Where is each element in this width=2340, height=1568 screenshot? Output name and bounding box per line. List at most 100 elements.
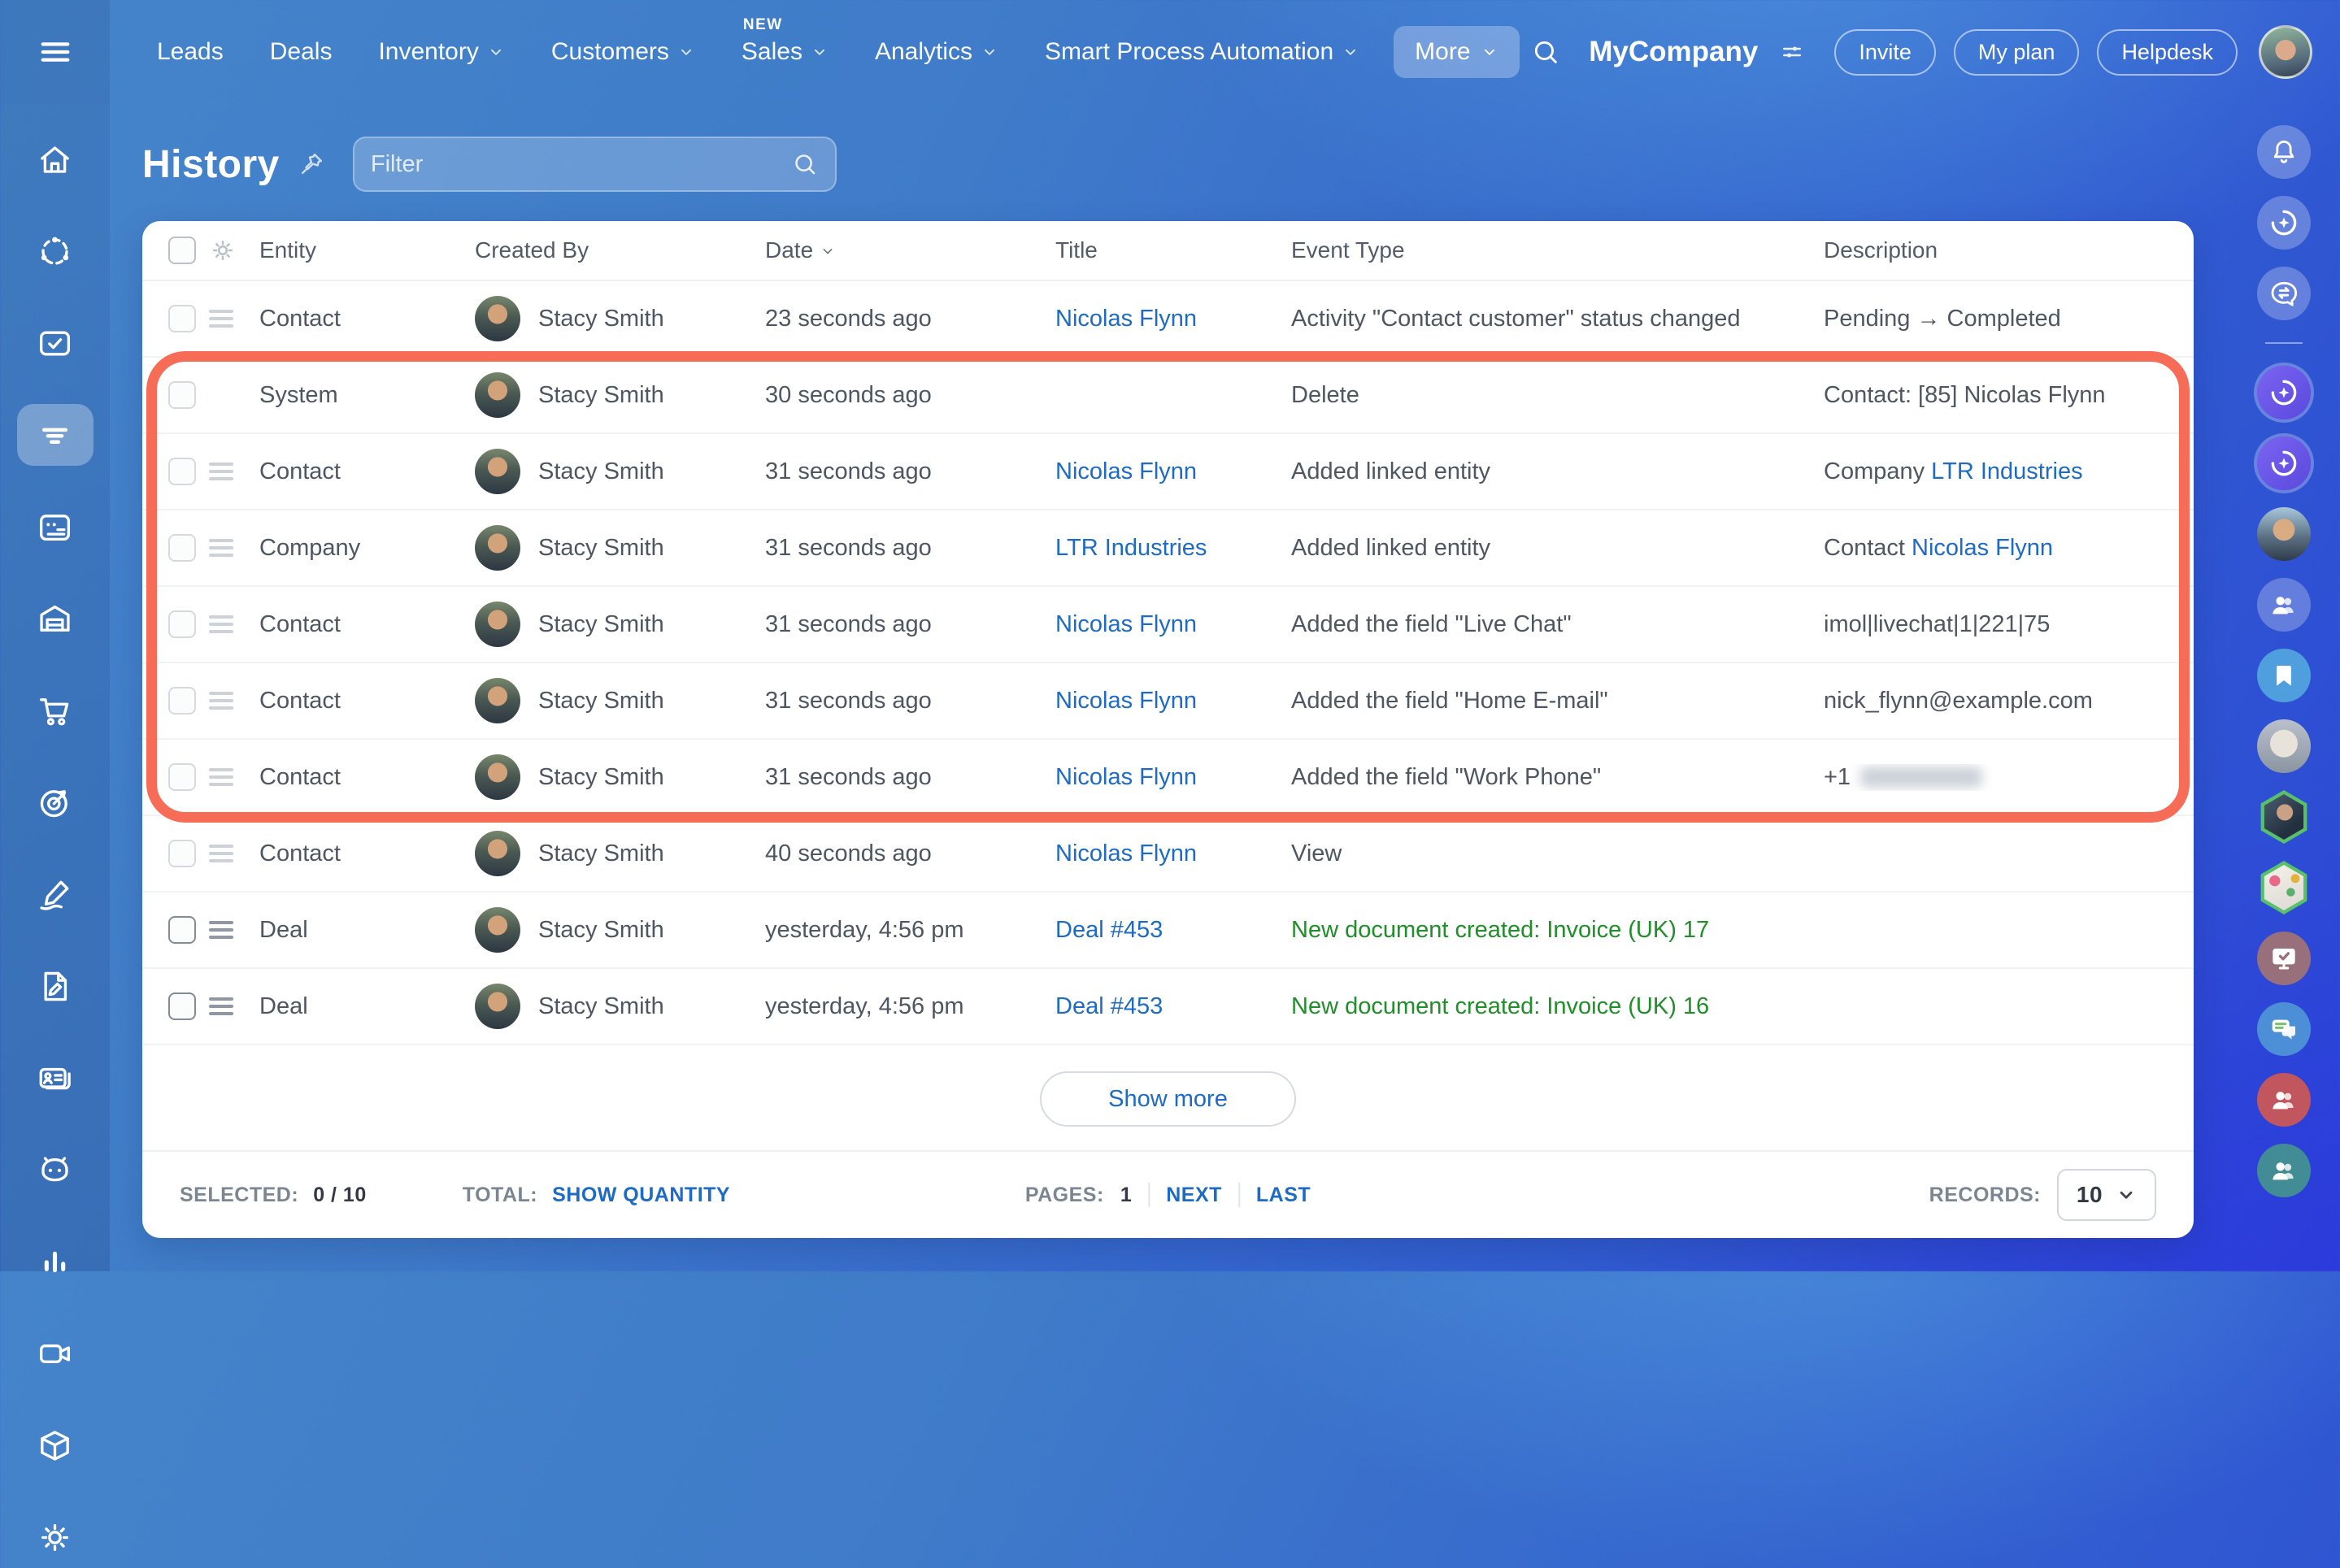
sidebar-item-collaboration[interactable] bbox=[17, 220, 94, 282]
drag-handle-icon[interactable] bbox=[209, 692, 233, 710]
row-checkbox[interactable] bbox=[168, 305, 196, 332]
table-row[interactable]: SystemStacy Smith30 seconds agoDeleteCon… bbox=[142, 358, 2194, 434]
title-link[interactable]: Nicolas Flynn bbox=[1055, 840, 1197, 867]
drag-handle-icon[interactable] bbox=[209, 615, 233, 633]
table-row[interactable]: ContactStacy Smith31 seconds agoNicolas … bbox=[142, 663, 2194, 740]
company-name[interactable]: MyCompany bbox=[1589, 36, 1758, 68]
drag-handle-icon[interactable] bbox=[209, 845, 233, 862]
sidebar-item-crm[interactable] bbox=[17, 404, 94, 466]
table-row[interactable]: DealStacy Smithyesterday, 4:56 pmDeal #4… bbox=[142, 893, 2194, 969]
rail-copilot-chat-2[interactable] bbox=[2257, 437, 2311, 490]
column-header-event-type[interactable]: Event Type bbox=[1291, 237, 1824, 263]
rail-group-chat-3[interactable] bbox=[2257, 1144, 2311, 1197]
drag-handle-icon[interactable] bbox=[209, 997, 233, 1015]
select-all-checkbox[interactable] bbox=[168, 237, 196, 264]
table-row[interactable]: ContactStacy Smith31 seconds agoNicolas … bbox=[142, 587, 2194, 663]
nav-item-customers[interactable]: Customers bbox=[551, 38, 695, 66]
sidebar-item-calendar[interactable] bbox=[17, 496, 94, 558]
sidebar-item-market[interactable] bbox=[17, 1414, 94, 1476]
workspace-switcher-icon[interactable] bbox=[1779, 39, 1805, 65]
filter-input[interactable] bbox=[371, 151, 791, 178]
column-header-title[interactable]: Title bbox=[1055, 237, 1291, 263]
filter-search-box[interactable] bbox=[353, 137, 837, 192]
drag-handle-icon[interactable] bbox=[209, 310, 233, 328]
nav-item-leads[interactable]: Leads bbox=[157, 38, 224, 66]
rail-group-chat-1[interactable] bbox=[2257, 578, 2311, 632]
profile-avatar[interactable] bbox=[2259, 25, 2312, 79]
sidebar-item-e-sign[interactable] bbox=[17, 863, 94, 925]
row-checkbox[interactable] bbox=[168, 992, 196, 1020]
table-row[interactable]: ContactStacy Smith40 seconds agoNicolas … bbox=[142, 816, 2194, 893]
nav-item-inventory[interactable]: Inventory bbox=[378, 38, 504, 66]
helpdesk-button[interactable]: Helpdesk bbox=[2097, 29, 2238, 76]
rail-saved-messages[interactable] bbox=[2257, 649, 2311, 702]
sidebar-item-documents[interactable] bbox=[17, 955, 94, 1017]
table-row[interactable]: CompanyStacy Smith31 seconds agoLTR Indu… bbox=[142, 510, 2194, 587]
filter-search-icon[interactable] bbox=[791, 150, 819, 178]
title-link[interactable]: Nicolas Flynn bbox=[1055, 764, 1197, 790]
sidebar-item-contact-center[interactable] bbox=[17, 1047, 94, 1109]
row-checkbox[interactable] bbox=[168, 840, 196, 867]
row-checkbox[interactable] bbox=[168, 458, 196, 485]
search-icon[interactable] bbox=[1530, 37, 1561, 67]
title-link[interactable]: Nicolas Flynn bbox=[1055, 458, 1197, 484]
last-page-link[interactable]: LAST bbox=[1256, 1184, 1311, 1207]
rail-chats[interactable] bbox=[2257, 1002, 2311, 1056]
table-row[interactable]: ContactStacy Smith31 seconds agoNicolas … bbox=[142, 434, 2194, 510]
title-link[interactable]: Nicolas Flynn bbox=[1055, 688, 1197, 714]
rail-chat-user-1[interactable] bbox=[2257, 507, 2311, 561]
rail-notifications[interactable] bbox=[2257, 125, 2311, 179]
nav-item-sales[interactable]: SalesNEW bbox=[742, 38, 829, 66]
sidebar-item-bi-analytics[interactable] bbox=[17, 1231, 94, 1292]
sidebar-item-settings[interactable] bbox=[17, 1506, 94, 1568]
rail-chat-user-2[interactable] bbox=[2257, 719, 2311, 773]
title-link[interactable]: Deal #453 bbox=[1055, 993, 1163, 1019]
next-page-link[interactable]: NEXT bbox=[1166, 1184, 1222, 1207]
title-link[interactable]: Nicolas Flynn bbox=[1055, 611, 1197, 637]
rail-messenger[interactable] bbox=[2257, 267, 2311, 320]
drag-handle-icon[interactable] bbox=[209, 921, 233, 939]
column-header-created-by[interactable]: Created By bbox=[475, 237, 765, 263]
rail-channel[interactable] bbox=[2257, 932, 2311, 985]
sidebar-item-tasks[interactable] bbox=[17, 312, 94, 374]
column-header-entity[interactable]: Entity bbox=[259, 237, 475, 263]
nav-item-deals[interactable]: Deals bbox=[270, 38, 333, 66]
table-row[interactable]: DealStacy Smithyesterday, 4:56 pmDeal #4… bbox=[142, 969, 2194, 1045]
show-more-button[interactable]: Show more bbox=[1040, 1071, 1296, 1127]
drag-handle-icon[interactable] bbox=[209, 539, 233, 557]
sidebar-item-video-calls[interactable] bbox=[17, 1323, 94, 1384]
row-checkbox[interactable] bbox=[168, 381, 196, 409]
row-checkbox[interactable] bbox=[168, 763, 196, 791]
title-link[interactable]: LTR Industries bbox=[1055, 535, 1207, 561]
drag-handle-icon[interactable] bbox=[209, 768, 233, 786]
description-link[interactable]: LTR Industries bbox=[1931, 458, 2082, 484]
rail-copilot[interactable] bbox=[2257, 196, 2311, 250]
show-quantity-link[interactable]: SHOW QUANTITY bbox=[552, 1184, 730, 1207]
sidebar-item-marketing[interactable] bbox=[17, 771, 94, 833]
row-checkbox[interactable] bbox=[168, 916, 196, 944]
records-per-page-dropdown[interactable]: 10 bbox=[2057, 1169, 2156, 1221]
table-row[interactable]: ContactStacy Smith31 seconds agoNicolas … bbox=[142, 740, 2194, 816]
row-checkbox[interactable] bbox=[168, 534, 196, 562]
sidebar-item-warehouse[interactable] bbox=[17, 588, 94, 649]
sidebar-item-home[interactable] bbox=[17, 128, 94, 190]
title-link[interactable]: Nicolas Flynn bbox=[1055, 306, 1197, 332]
my-plan-button[interactable]: My plan bbox=[1954, 29, 2080, 76]
drag-handle-icon[interactable] bbox=[209, 463, 233, 480]
sidebar-item-copilot[interactable] bbox=[17, 1139, 94, 1201]
rail-copilot-chat-1[interactable] bbox=[2257, 366, 2311, 419]
row-checkbox[interactable] bbox=[168, 610, 196, 638]
sidebar-item-shop[interactable] bbox=[17, 680, 94, 741]
grid-settings-gear-icon[interactable] bbox=[209, 237, 259, 264]
main-menu-button[interactable] bbox=[0, 0, 110, 104]
more-menu-button[interactable]: More bbox=[1394, 26, 1519, 78]
invite-button[interactable]: Invite bbox=[1834, 29, 1936, 76]
table-row[interactable]: ContactStacy Smith23 seconds agoNicolas … bbox=[142, 281, 2194, 358]
rail-chat-user-3[interactable] bbox=[2257, 790, 2311, 844]
nav-item-smart-process-automation[interactable]: Smart Process Automation bbox=[1045, 38, 1359, 66]
rail-chat-user-4[interactable] bbox=[2257, 861, 2311, 914]
title-link[interactable]: Deal #453 bbox=[1055, 917, 1163, 943]
column-header-date[interactable]: Date bbox=[765, 237, 1055, 263]
nav-item-analytics[interactable]: Analytics bbox=[875, 38, 998, 66]
description-link[interactable]: Nicolas Flynn bbox=[1912, 535, 2053, 561]
